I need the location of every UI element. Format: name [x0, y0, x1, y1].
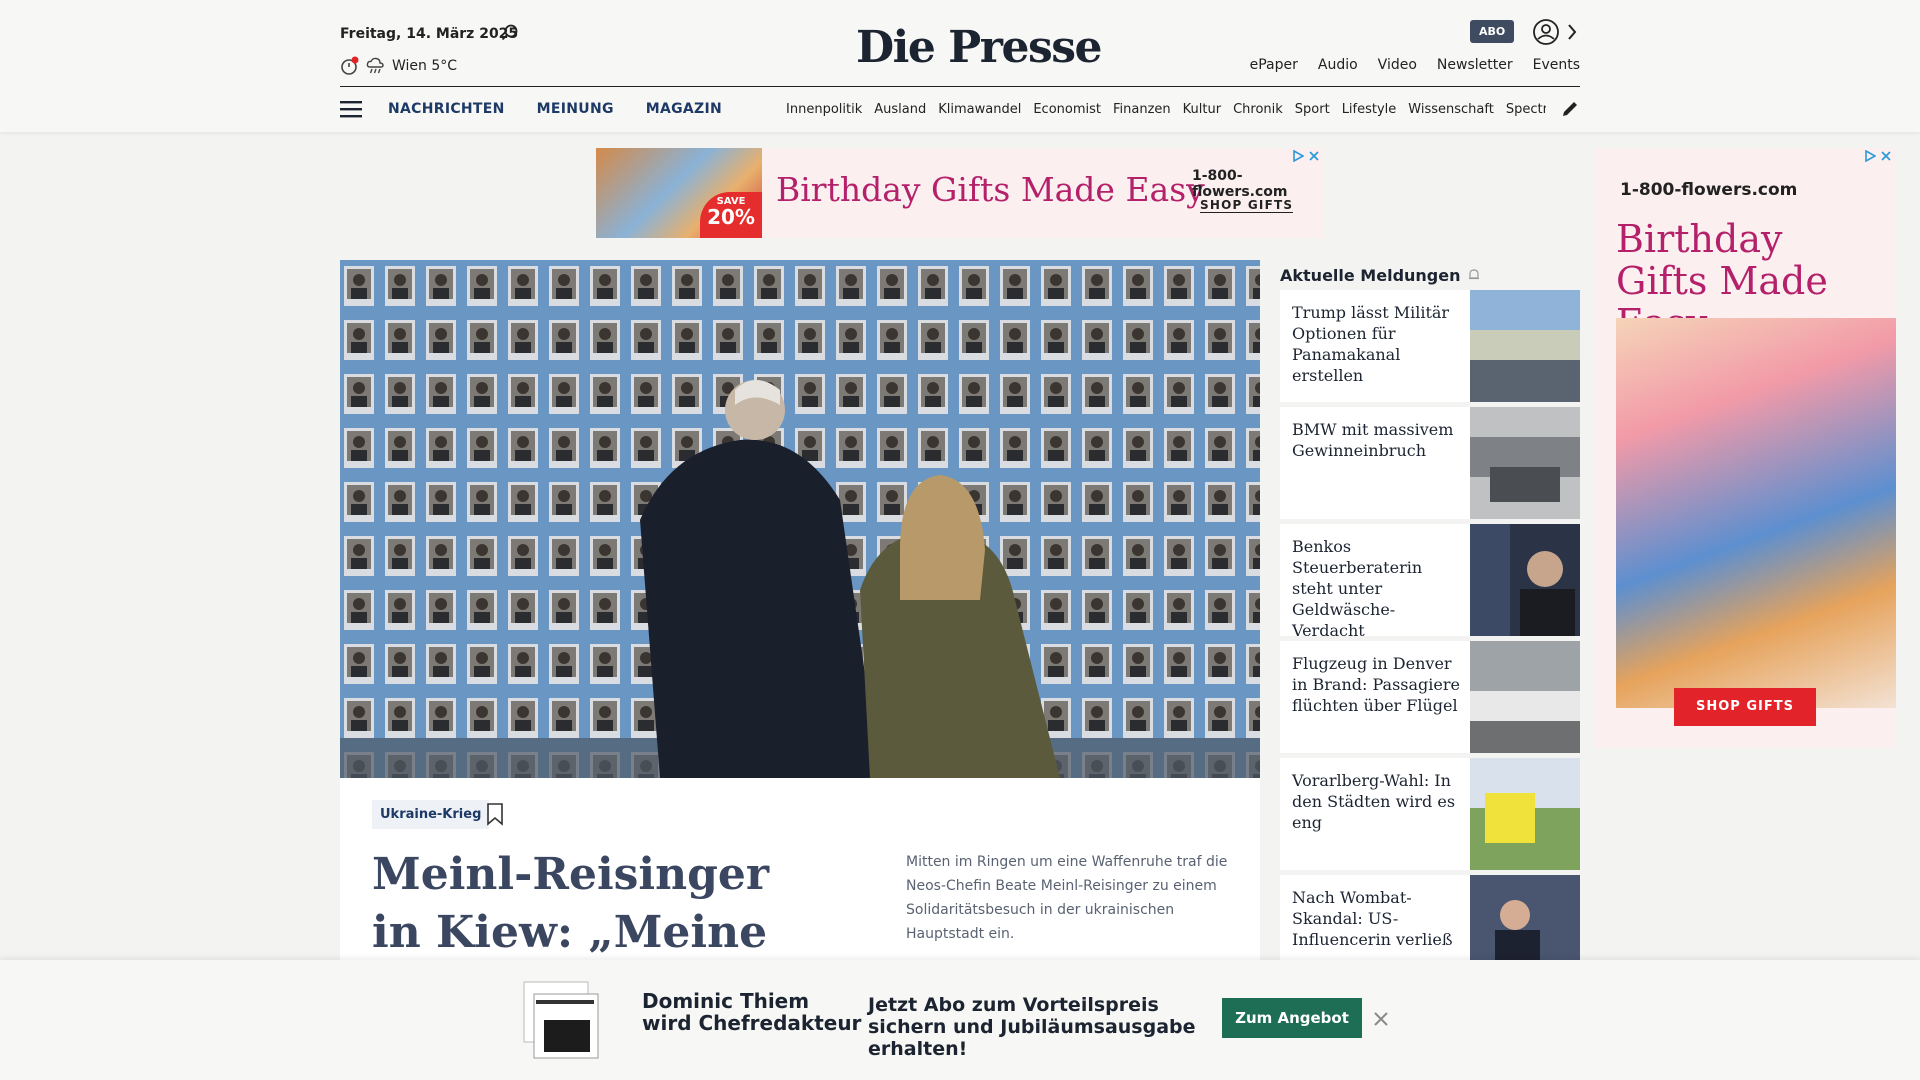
header-divider — [340, 86, 1580, 87]
rain-cloud-icon — [366, 57, 384, 74]
close-icon[interactable] — [1308, 150, 1320, 162]
category-tag[interactable]: Ukraine-Krieg — [372, 800, 490, 829]
hero-image[interactable] — [340, 260, 1260, 778]
news-ticker: Aktuelle Meldungen Trump lässt Militär O… — [1280, 260, 1580, 992]
news-item-text: Nach Wombat-Skandal: US-Influencerin ver… — [1292, 888, 1453, 949]
nav-sport[interactable]: Sport — [1295, 102, 1330, 117]
news-item[interactable]: Benkos Steuerberaterin steht unter Geldw… — [1280, 524, 1580, 640]
news-item[interactable]: Trump lässt Militär Optionen für Panamak… — [1280, 290, 1580, 402]
hero-headline[interactable]: Meinl-Reisinger in Kiew: „Meine erste — [372, 846, 812, 960]
news-thumbnail — [1470, 758, 1580, 870]
abo-button[interactable]: ABO — [1470, 20, 1515, 43]
nav-spectrum[interactable]: Spectrum — [1506, 102, 1546, 117]
news-item-text: Trump lässt Militär Optionen für Panamak… — [1292, 303, 1450, 385]
nav-meinung[interactable]: MEINUNG — [537, 101, 614, 117]
news-item-text: Flugzeug in Denver in Brand: Passagiere … — [1292, 654, 1460, 715]
link-newsletter[interactable]: Newsletter — [1437, 57, 1513, 73]
nav-magazin[interactable]: MAGAZIN — [646, 101, 722, 117]
news-item-text: Benkos Steuerberaterin steht unter Geldw… — [1292, 537, 1423, 640]
nav-economist[interactable]: Economist — [1033, 102, 1101, 117]
chevron-right-icon[interactable] — [1566, 22, 1578, 42]
news-item[interactable]: BMW mit massivem Gewinneinbruch — [1280, 407, 1580, 519]
nav-lifestyle[interactable]: Lifestyle — [1342, 102, 1397, 117]
bell-icon[interactable] — [1467, 268, 1481, 282]
ad-headline: Birthday Gifts Made Easy — [776, 170, 1205, 209]
hero-teaser: Mitten im Ringen um eine Waffenruhe traf… — [906, 854, 1228, 942]
link-video[interactable]: Video — [1378, 57, 1417, 73]
weather-widget[interactable]: Wien 5°C — [340, 56, 457, 76]
ad-save-percent: 20% — [707, 205, 755, 229]
ad-photo — [1616, 318, 1896, 708]
current-date: Freitag, 14. März 2025 — [340, 26, 519, 42]
ad-banner-top[interactable]: SAVE 20% Birthday Gifts Made Easy 1-800-… — [596, 148, 1324, 238]
news-item-text: BMW mit massivem Gewinneinbruch — [1292, 420, 1454, 460]
subscription-banner: Dominic Thiem wird Chefredakteur Jetzt A… — [0, 960, 1920, 1080]
search-icon[interactable] — [500, 23, 520, 43]
newspaper-image — [523, 981, 599, 1059]
header-inner: Freitag, 14. März 2025 Wien 5°C Die Pres… — [340, 0, 1580, 132]
nav-finanzen[interactable]: Finanzen — [1113, 102, 1171, 117]
bookmark-icon[interactable] — [486, 802, 504, 826]
ad-shop-button[interactable]: SHOP GIFTS — [1200, 198, 1294, 213]
link-audio[interactable]: Audio — [1318, 57, 1358, 73]
news-item-text: Vorarlberg-Wahl: In den Städten wird es … — [1292, 771, 1456, 832]
news-ticker-title: Aktuelle Meldungen — [1280, 265, 1461, 285]
nav-ausland[interactable]: Ausland — [874, 102, 926, 117]
adchoices-icon[interactable] — [1864, 150, 1876, 162]
news-item[interactable]: Flugzeug in Denver in Brand: Passagiere … — [1280, 641, 1580, 753]
notification-clock-icon[interactable] — [340, 56, 360, 76]
news-thumbnail — [1470, 290, 1580, 402]
close-icon[interactable] — [1880, 150, 1892, 162]
offer-button[interactable]: Zum Angebot — [1222, 998, 1362, 1038]
nav-sections: Innenpolitik Ausland Klimawandel Economi… — [786, 102, 1546, 117]
top-links: ePaper Audio Video Newsletter Events — [1250, 57, 1580, 73]
ad-skyscraper[interactable]: 1-800-flowers.com Birthday Gifts Made Ea… — [1596, 148, 1896, 748]
ad-shop-button[interactable]: SHOP GIFTS — [1674, 688, 1816, 726]
site-logo[interactable]: Die Presse — [856, 22, 1102, 73]
nav-innenpolitik[interactable]: Innenpolitik — [786, 102, 862, 117]
ad-brand: 1-800-flowers.com — [1620, 180, 1798, 200]
hero-article[interactable]: Ukraine-Krieg Meinl-Reisinger in Kiew: „… — [340, 260, 1260, 960]
news-item[interactable]: Vorarlberg-Wahl: In den Städten wird es … — [1280, 758, 1580, 870]
news-thumbnail — [1470, 524, 1580, 636]
promo-title: Dominic Thiem wird Chefredakteur — [642, 989, 862, 1035]
adchoices-icon[interactable] — [1292, 150, 1304, 162]
link-epaper[interactable]: ePaper — [1250, 57, 1298, 73]
nav-nachrichten[interactable]: NACHRICHTEN — [388, 101, 505, 117]
news-thumbnail — [1470, 407, 1580, 519]
promo-text: Jetzt Abo zum Vorteilspreis sichern und … — [868, 994, 1196, 1060]
nav-kultur[interactable]: Kultur — [1183, 102, 1221, 117]
ad-brand: 1-800-flowers.com — [1192, 168, 1288, 200]
news-thumbnail — [1470, 641, 1580, 753]
news-ticker-header: Aktuelle Meldungen — [1280, 260, 1580, 290]
nav-klimawandel[interactable]: Klimawandel — [938, 102, 1021, 117]
nav-wissenschaft[interactable]: Wissenschaft — [1408, 102, 1494, 117]
nav-chronik[interactable]: Chronik — [1233, 102, 1283, 117]
close-icon[interactable] — [1372, 1010, 1390, 1028]
menu-icon[interactable] — [340, 99, 364, 119]
site-header: Freitag, 14. März 2025 Wien 5°C Die Pres… — [0, 0, 1920, 132]
pencil-icon[interactable] — [1560, 99, 1580, 119]
ad-save-badge: SAVE 20% — [700, 192, 762, 238]
weather-text: Wien 5°C — [392, 58, 458, 74]
account-icon[interactable] — [1532, 18, 1560, 46]
main-nav: NACHRICHTEN MEINUNG MAGAZIN Innenpolitik… — [340, 96, 1580, 122]
link-events[interactable]: Events — [1533, 57, 1580, 73]
